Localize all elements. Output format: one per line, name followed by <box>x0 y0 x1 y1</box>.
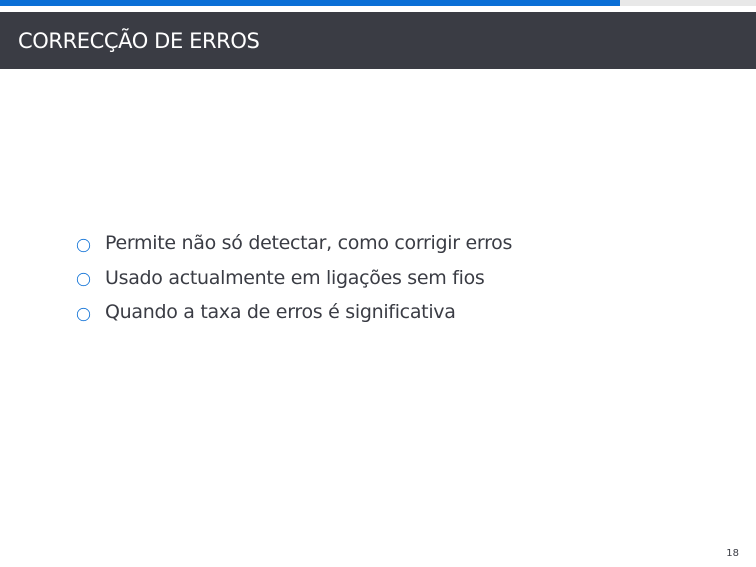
slide-title: CORRECÇÃO DE ERROS <box>18 29 260 53</box>
list-item: Quando a taxa de erros é significativa <box>76 295 512 330</box>
title-bar: CORRECÇÃO DE ERROS <box>0 12 756 69</box>
bullet-text: Usado actualmente em ligações sem fios <box>105 266 485 289</box>
list-item: Permite não só detectar, como corrigir e… <box>76 226 512 261</box>
bullet-list: Permite não só detectar, como corrigir e… <box>76 226 512 330</box>
hollow-circle-bullet-icon <box>76 238 91 252</box>
list-item: Usado actualmente em ligações sem fios <box>76 261 512 296</box>
hollow-circle-bullet-icon <box>76 307 91 321</box>
bullet-text: Quando a taxa de erros é significativa <box>105 301 456 324</box>
page-number: 18 <box>726 548 739 559</box>
hollow-circle-bullet-icon <box>76 273 91 287</box>
bullet-text: Permite não só detectar, como corrigir e… <box>105 232 513 255</box>
